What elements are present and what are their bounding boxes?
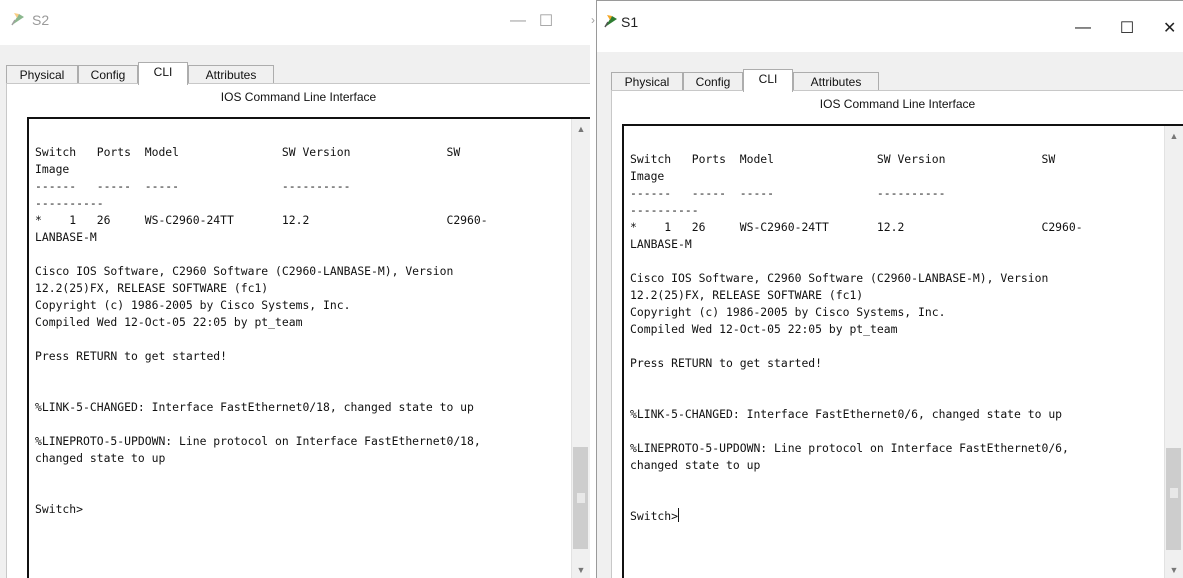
s1-content: Physical Config CLI Attributes IOS Comma… [597,52,1183,578]
cli-panel: IOS Command Line Interface Switch Ports … [6,83,590,578]
scroll-up-icon[interactable]: ▲ [572,121,590,137]
scroll-down-icon[interactable]: ▼ [572,562,590,578]
terminal[interactable]: Switch Ports Model SW Version SW Image -… [27,117,590,578]
cli-panel: IOS Command Line Interface Switch Ports … [611,90,1183,578]
window-title: S2 [32,12,50,28]
cli-panel-title: IOS Command Line Interface [819,97,976,111]
scroll-thumb[interactable] [1166,448,1181,550]
s2-titlebar[interactable]: S2 — ☐ [0,0,590,42]
scroll-up-icon[interactable]: ▲ [1165,128,1183,144]
text-cursor [678,508,680,522]
partial-close-icon: › [591,13,595,27]
tab-physical[interactable]: Physical [6,65,78,84]
close-button[interactable]: ✕ [1163,13,1183,43]
scroll-down-icon[interactable]: ▼ [1165,562,1183,578]
terminal-scrollbar[interactable]: ▲ ▼ [571,119,590,578]
packet-tracer-icon [604,15,617,28]
maximize-button[interactable]: ☐ [531,6,561,36]
tab-attributes[interactable]: Attributes [188,65,274,84]
scroll-grip [577,493,585,503]
scroll-thumb[interactable] [573,447,588,549]
tab-cli[interactable]: CLI [743,69,793,92]
tab-cli[interactable]: CLI [138,62,188,85]
maximize-button[interactable]: ☐ [1112,13,1142,43]
terminal-output-text: Switch Ports Model SW Version SW Image -… [630,152,1083,523]
s2-window: S2 — ☐ Physical Config CLI Attributes IO… [0,0,590,578]
scroll-grip [1170,488,1178,498]
terminal-output[interactable]: Switch Ports Model SW Version SW Image -… [35,127,488,518]
s1-window: S1 — ☐ ✕ Physical Config CLI Attributes … [596,0,1183,578]
terminal-scrollbar[interactable]: ▲ ▼ [1164,126,1183,578]
s2-content: Physical Config CLI Attributes IOS Comma… [0,45,590,578]
tab-config[interactable]: Config [683,72,743,91]
tab-config[interactable]: Config [78,65,138,84]
window-title: S1 [621,14,639,30]
tab-attributes[interactable]: Attributes [793,72,879,91]
packet-tracer-icon [11,13,24,26]
cli-panel-title: IOS Command Line Interface [220,90,377,104]
minimize-button[interactable]: — [1068,13,1098,43]
s1-titlebar[interactable]: S1 — ☐ ✕ [597,1,1183,43]
terminal-output[interactable]: Switch Ports Model SW Version SW Image -… [630,134,1083,525]
terminal[interactable]: Switch Ports Model SW Version SW Image -… [622,124,1183,578]
minimize-button[interactable]: — [503,6,533,36]
tab-physical[interactable]: Physical [611,72,683,91]
